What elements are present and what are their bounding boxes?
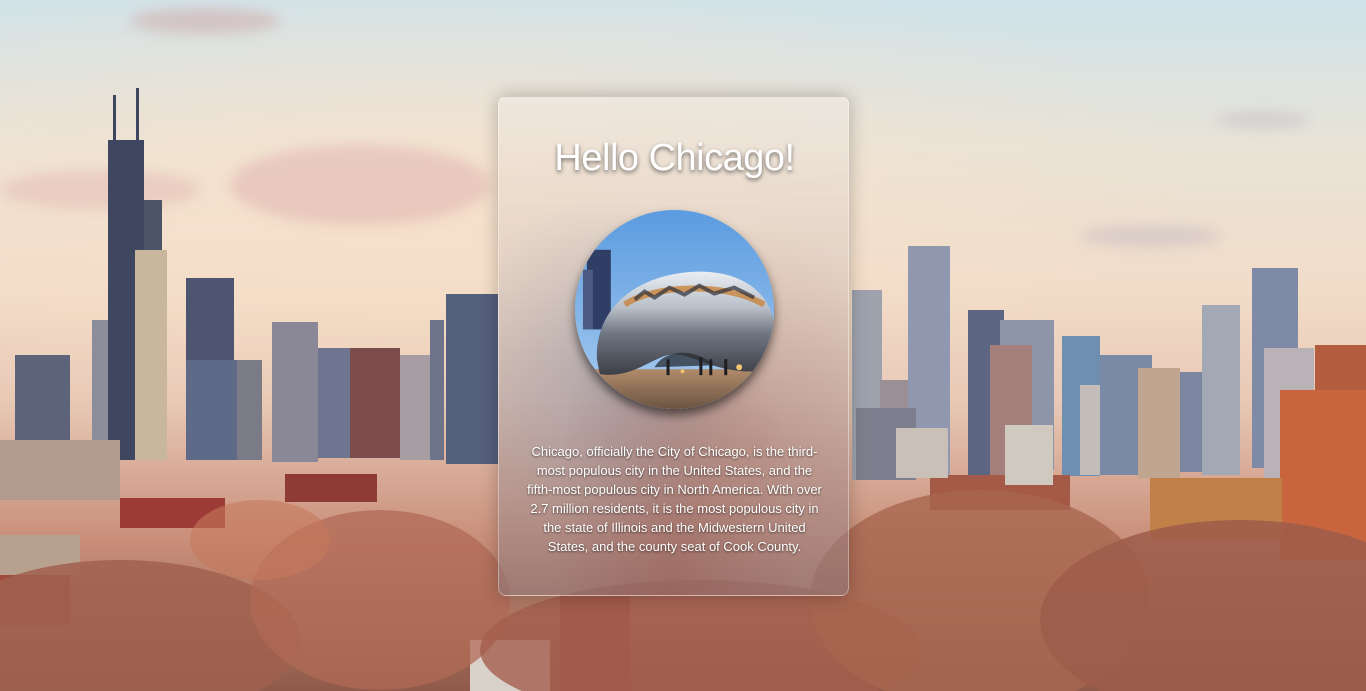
cloud-gate-image [575,210,774,409]
info-card: Hello Chicago! Chicago, officially the C… [498,96,849,596]
card-title: Hello Chicago! [554,137,795,179]
cloud-gate-photo [575,210,774,409]
card-description: Chicago, officially the City of Chicago,… [527,444,822,554]
background-scene: Hello Chicago! Chicago, officially the C… [0,0,1366,691]
